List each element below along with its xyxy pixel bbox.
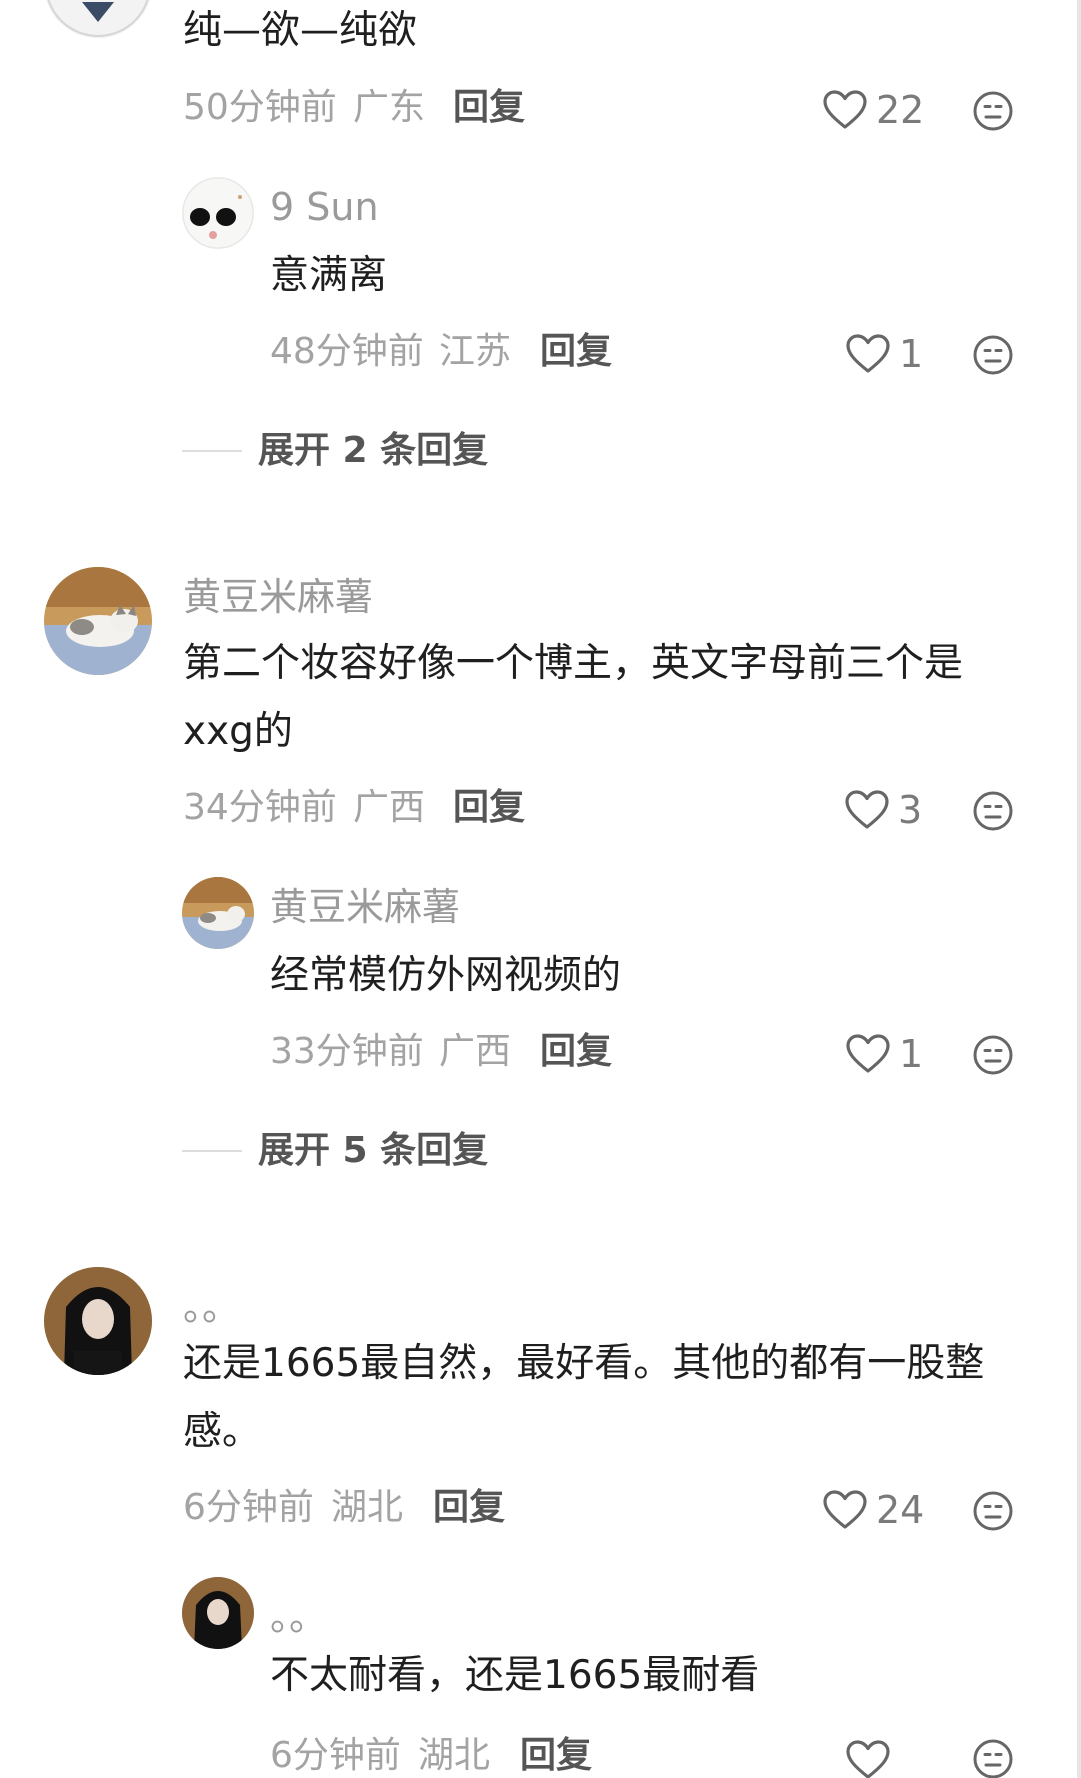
scroll-edge (1077, 0, 1081, 1778)
like-button[interactable]: 1 (845, 1030, 923, 1078)
reply-username[interactable]: 。。 (270, 1598, 327, 1636)
like-button[interactable] (845, 1736, 891, 1778)
heart-outline-icon (844, 789, 890, 831)
expand-replies-button[interactable]: 展开 5 条回复 (182, 1133, 488, 1169)
reply-button[interactable]: 回复 (453, 90, 525, 126)
heart-outline-icon (845, 1739, 891, 1778)
like-button[interactable]: 3 (844, 786, 922, 834)
like-count: 22 (876, 88, 925, 132)
like-count: 1 (899, 332, 924, 376)
reply-text: 经常模仿外网视频的 (270, 953, 622, 998)
heart-outline-icon (845, 333, 891, 375)
divider (182, 450, 242, 452)
comment-location: 广东 (353, 87, 426, 128)
reply-button[interactable]: 回复 (520, 1738, 592, 1774)
reply-button[interactable]: 回复 (433, 1490, 505, 1526)
emoji-face-icon[interactable] (972, 90, 1014, 132)
reply-username[interactable]: 黄豆米麻薯 (270, 888, 460, 926)
like-button[interactable]: 22 (822, 86, 924, 134)
comment-text: 纯—欲—纯欲 (183, 8, 418, 53)
reply-username[interactable]: 9 Sun (270, 188, 379, 226)
comment-feed: 纯—欲—纯欲 50分钟前 广东 回复 22 9 Sun 意满离 48分钟前 江苏… (0, 0, 1081, 1778)
reply-time: 48分钟前 (270, 331, 424, 372)
emoji-face-icon[interactable] (972, 1034, 1014, 1076)
comment-text-line: 还是1665最自然，最好看。其他的都有一股整 (183, 1341, 985, 1386)
like-button[interactable]: 1 (845, 330, 923, 378)
expand-replies-label: 展开 2 条回复 (258, 430, 489, 471)
avatar[interactable] (44, 567, 152, 675)
emoji-face-icon[interactable] (972, 1738, 1014, 1778)
comment-text-line: xxg的 (183, 709, 293, 754)
like-count: 24 (876, 1488, 925, 1532)
like-count: 3 (898, 788, 923, 832)
heart-outline-icon (822, 89, 868, 131)
reply-button[interactable]: 回复 (453, 790, 525, 826)
reply-location: 湖北 (418, 1735, 491, 1776)
emoji-face-icon[interactable] (972, 334, 1014, 376)
emoji-face-icon[interactable] (972, 1490, 1014, 1532)
reply-location: 广西 (439, 1031, 512, 1072)
comment-text-line: 感。 (183, 1409, 262, 1454)
divider (182, 1150, 242, 1152)
comment-time: 6分钟前 (183, 1487, 314, 1528)
avatar[interactable] (182, 177, 254, 249)
reply-text: 意满离 (270, 253, 388, 298)
reply-time: 6分钟前 (270, 1735, 401, 1776)
reply-button[interactable]: 回复 (540, 334, 612, 370)
comment-location: 广西 (353, 787, 426, 828)
avatar[interactable] (44, 0, 152, 38)
comment-text-line: 第二个妆容好像一个博主，英文字母前三个是 (183, 641, 964, 686)
avatar[interactable] (182, 1577, 254, 1649)
like-button[interactable]: 24 (822, 1486, 924, 1534)
reply-time: 33分钟前 (270, 1031, 424, 1072)
reply-button[interactable]: 回复 (540, 1034, 612, 1070)
reply-location: 江苏 (439, 331, 512, 372)
like-count: 1 (899, 1032, 924, 1076)
comment-time: 50分钟前 (183, 87, 337, 128)
comment-location: 湖北 (331, 1487, 404, 1528)
expand-replies-button[interactable]: 展开 2 条回复 (182, 433, 488, 469)
comment-username[interactable]: 黄豆米麻薯 (183, 578, 373, 616)
avatar[interactable] (182, 877, 254, 949)
reply-text: 不太耐看，还是1665最耐看 (270, 1653, 760, 1698)
comment-username[interactable]: 。。 (183, 1288, 240, 1326)
heart-outline-icon (822, 1489, 868, 1531)
heart-outline-icon (845, 1033, 891, 1075)
comment-time: 34分钟前 (183, 787, 337, 828)
emoji-face-icon[interactable] (972, 790, 1014, 832)
avatar[interactable] (44, 1267, 152, 1375)
expand-replies-label: 展开 5 条回复 (258, 1130, 489, 1171)
